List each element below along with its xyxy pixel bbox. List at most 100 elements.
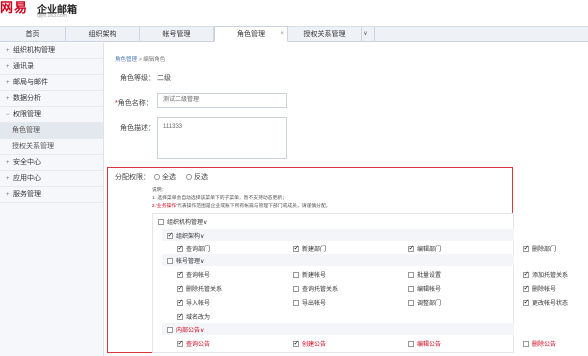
- main-content: 角色管理 > 编辑角色 角色等级： 二级 *角色名称： 测试二级管理 角色描述：…: [105, 43, 588, 356]
- checkbox-icon: [408, 272, 414, 279]
- checkbox-icon: [408, 300, 414, 307]
- sidebar-item-app-center[interactable]: + 应用中心: [0, 171, 103, 187]
- perm-label: 查询托管关系: [302, 287, 339, 293]
- tree-node-org-structure[interactable]: 组织架构∨: [167, 231, 204, 240]
- role-name-input[interactable]: 测试二级管理: [157, 93, 287, 108]
- checkbox-icon: [167, 258, 173, 265]
- breadcrumb-link[interactable]: 角色管理: [115, 57, 137, 63]
- perm-label: 删除公告: [532, 342, 557, 348]
- checkbox-icon: [408, 286, 414, 293]
- perm-export-account[interactable]: 导出帐号: [293, 298, 326, 307]
- perm-adjust-dept[interactable]: 调整部门: [408, 298, 441, 307]
- tab-label: 帐号管理: [162, 31, 191, 38]
- perm-query-dept[interactable]: 查询部门: [177, 244, 210, 253]
- tree-node-org-management[interactable]: 组织机构管理∨: [158, 217, 207, 226]
- sidebar-item-postoffice[interactable]: + 邮局与邮件: [0, 75, 103, 91]
- checkbox-icon: [177, 270, 183, 279]
- tab-role-management[interactable]: 角色管理 ×: [214, 26, 288, 42]
- perm-label: 删除托管关系: [186, 287, 223, 293]
- role-desc-label: 角色描述：: [120, 125, 155, 132]
- perm-edit-announcement[interactable]: 编辑公告: [408, 339, 441, 348]
- perm-edit-dept[interactable]: 编辑部门: [408, 244, 441, 253]
- breadcrumb: 角色管理 > 编辑角色: [115, 55, 165, 63]
- perm-label: 导入帐号: [186, 301, 211, 307]
- checkbox-icon: [177, 312, 183, 321]
- perm-label: 编辑公告: [417, 342, 442, 348]
- perm-create-account[interactable]: 新建帐号: [293, 270, 326, 279]
- perm-label: 导出帐号: [302, 301, 327, 307]
- perm-batch-settings[interactable]: 批量设置: [408, 270, 441, 279]
- sidebar-item-permission-management[interactable]: − 权限管理: [0, 107, 103, 123]
- tree-node-account-management[interactable]: 帐号管理∨: [167, 256, 204, 265]
- perm-label: 新建部门: [302, 247, 327, 253]
- perm-add-delegation[interactable]: 添加托管关系: [523, 270, 568, 279]
- expand-icon: +: [6, 48, 10, 54]
- row-background: [162, 254, 514, 266]
- chevron-down-icon[interactable]: ∨: [357, 27, 375, 42]
- permission-tree: 组织机构管理∨ 组织架构∨ 查询部门 新建部门 编辑部门 删除部门 帐号管理∨ …: [152, 213, 568, 353]
- invert-radio[interactable]: 反选: [186, 172, 208, 182]
- tab-org-structure[interactable]: 组织架构: [66, 27, 140, 42]
- perm-label: 查询部门: [186, 247, 211, 253]
- tree-node-label: 帐号管理∨: [176, 259, 205, 265]
- checkbox-icon: [523, 284, 529, 293]
- perm-label: 更改帐号状态: [532, 301, 569, 307]
- checkbox-icon: [177, 244, 183, 253]
- tree-node-internal-announcement[interactable]: 内部公告∨: [167, 325, 204, 334]
- checkbox-icon: [293, 244, 299, 253]
- expand-icon: +: [6, 192, 10, 198]
- expand-icon: +: [6, 64, 10, 70]
- tab-label: 授权关系管理: [303, 31, 346, 38]
- perm-delete-dept[interactable]: 删除部门: [523, 244, 556, 253]
- sidebar-item-label: 组织机构管理: [13, 47, 55, 54]
- tab-home[interactable]: 首页: [0, 27, 66, 42]
- select-all-radio[interactable]: 全选: [154, 172, 176, 182]
- sidebar-item-role-management[interactable]: 角色管理: [0, 123, 103, 139]
- sidebar-item-data-analysis[interactable]: + 数据分析: [0, 91, 103, 107]
- perm-create-dept[interactable]: 新建部门: [293, 244, 326, 253]
- tree-node-label: 内部公告∨: [176, 328, 205, 334]
- sidebar-item-authorization-management[interactable]: 授权关系管理: [0, 139, 103, 155]
- expand-icon: +: [6, 96, 10, 102]
- perm-change-account-status[interactable]: 更改帐号状态: [523, 298, 568, 307]
- tab-label: 首页: [25, 31, 40, 38]
- perm-domain-change[interactable]: 域名改为: [177, 312, 210, 321]
- tab-authorization-management[interactable]: 授权关系管理: [288, 27, 362, 42]
- close-icon[interactable]: ×: [280, 27, 284, 42]
- perm-label: 创建公告: [302, 342, 327, 348]
- sidebar-item-org-management[interactable]: + 组织机构管理: [0, 43, 103, 59]
- sidebar-item-service-management[interactable]: + 服务管理: [0, 187, 103, 203]
- perm-delete-delegation[interactable]: 删除托管关系: [177, 284, 222, 293]
- perm-label: 查询公告: [186, 342, 211, 348]
- sidebar-item-security-center[interactable]: + 安全中心: [0, 155, 103, 171]
- tab-label: 组织架构: [88, 31, 117, 38]
- role-level-value: 二级: [157, 75, 171, 82]
- tab-account-management[interactable]: 帐号管理: [140, 27, 214, 42]
- note-title: 说明：: [152, 188, 167, 193]
- perm-label: 删除部门: [532, 247, 557, 253]
- checkbox-icon: [177, 339, 183, 348]
- checkbox-icon: [167, 231, 173, 240]
- role-desc-textarea[interactable]: 111333: [157, 117, 287, 159]
- role-name-label-text: 角色名称：: [117, 100, 153, 107]
- perm-import-account[interactable]: 导入帐号: [177, 298, 210, 307]
- perm-query-account[interactable]: 查询帐号: [177, 270, 210, 279]
- perm-label: 域名改为: [186, 315, 211, 321]
- product-url: qiye.163.com: [37, 13, 67, 19]
- netease-logo: 网易: [0, 1, 29, 16]
- perm-delete-account[interactable]: 删除帐号: [523, 284, 556, 293]
- perm-delete-announcement[interactable]: 删除公告: [523, 339, 556, 348]
- perm-create-announcement[interactable]: 创建公告: [293, 339, 326, 348]
- top-nav: 首页 组织架构 帐号管理 角色管理 × 授权关系管理 ∨: [0, 26, 588, 42]
- sidebar-item-label: 应用中心: [13, 175, 41, 182]
- sidebar-item-contacts[interactable]: + 通讯录: [0, 59, 103, 75]
- note-line-2-text: 代表操作范围是企业或账下所有帐篇与管理下部门或成员，请谨慎分配。: [177, 204, 331, 209]
- row-background: [162, 229, 514, 241]
- perm-query-delegation[interactable]: 查询托管关系: [293, 284, 338, 293]
- perm-label: 删除帐号: [532, 287, 557, 293]
- perm-query-announcement[interactable]: 查询公告: [177, 339, 210, 348]
- perm-edit-account[interactable]: 编辑帐号: [408, 284, 441, 293]
- sidebar-item-label: 安全中心: [13, 159, 41, 166]
- note-line-2: 2.'业务操作'代表操作范围是企业或账下所有帐篇与管理下部门或成员，请谨慎分配。: [152, 202, 331, 209]
- select-all-label: 全选: [162, 174, 176, 181]
